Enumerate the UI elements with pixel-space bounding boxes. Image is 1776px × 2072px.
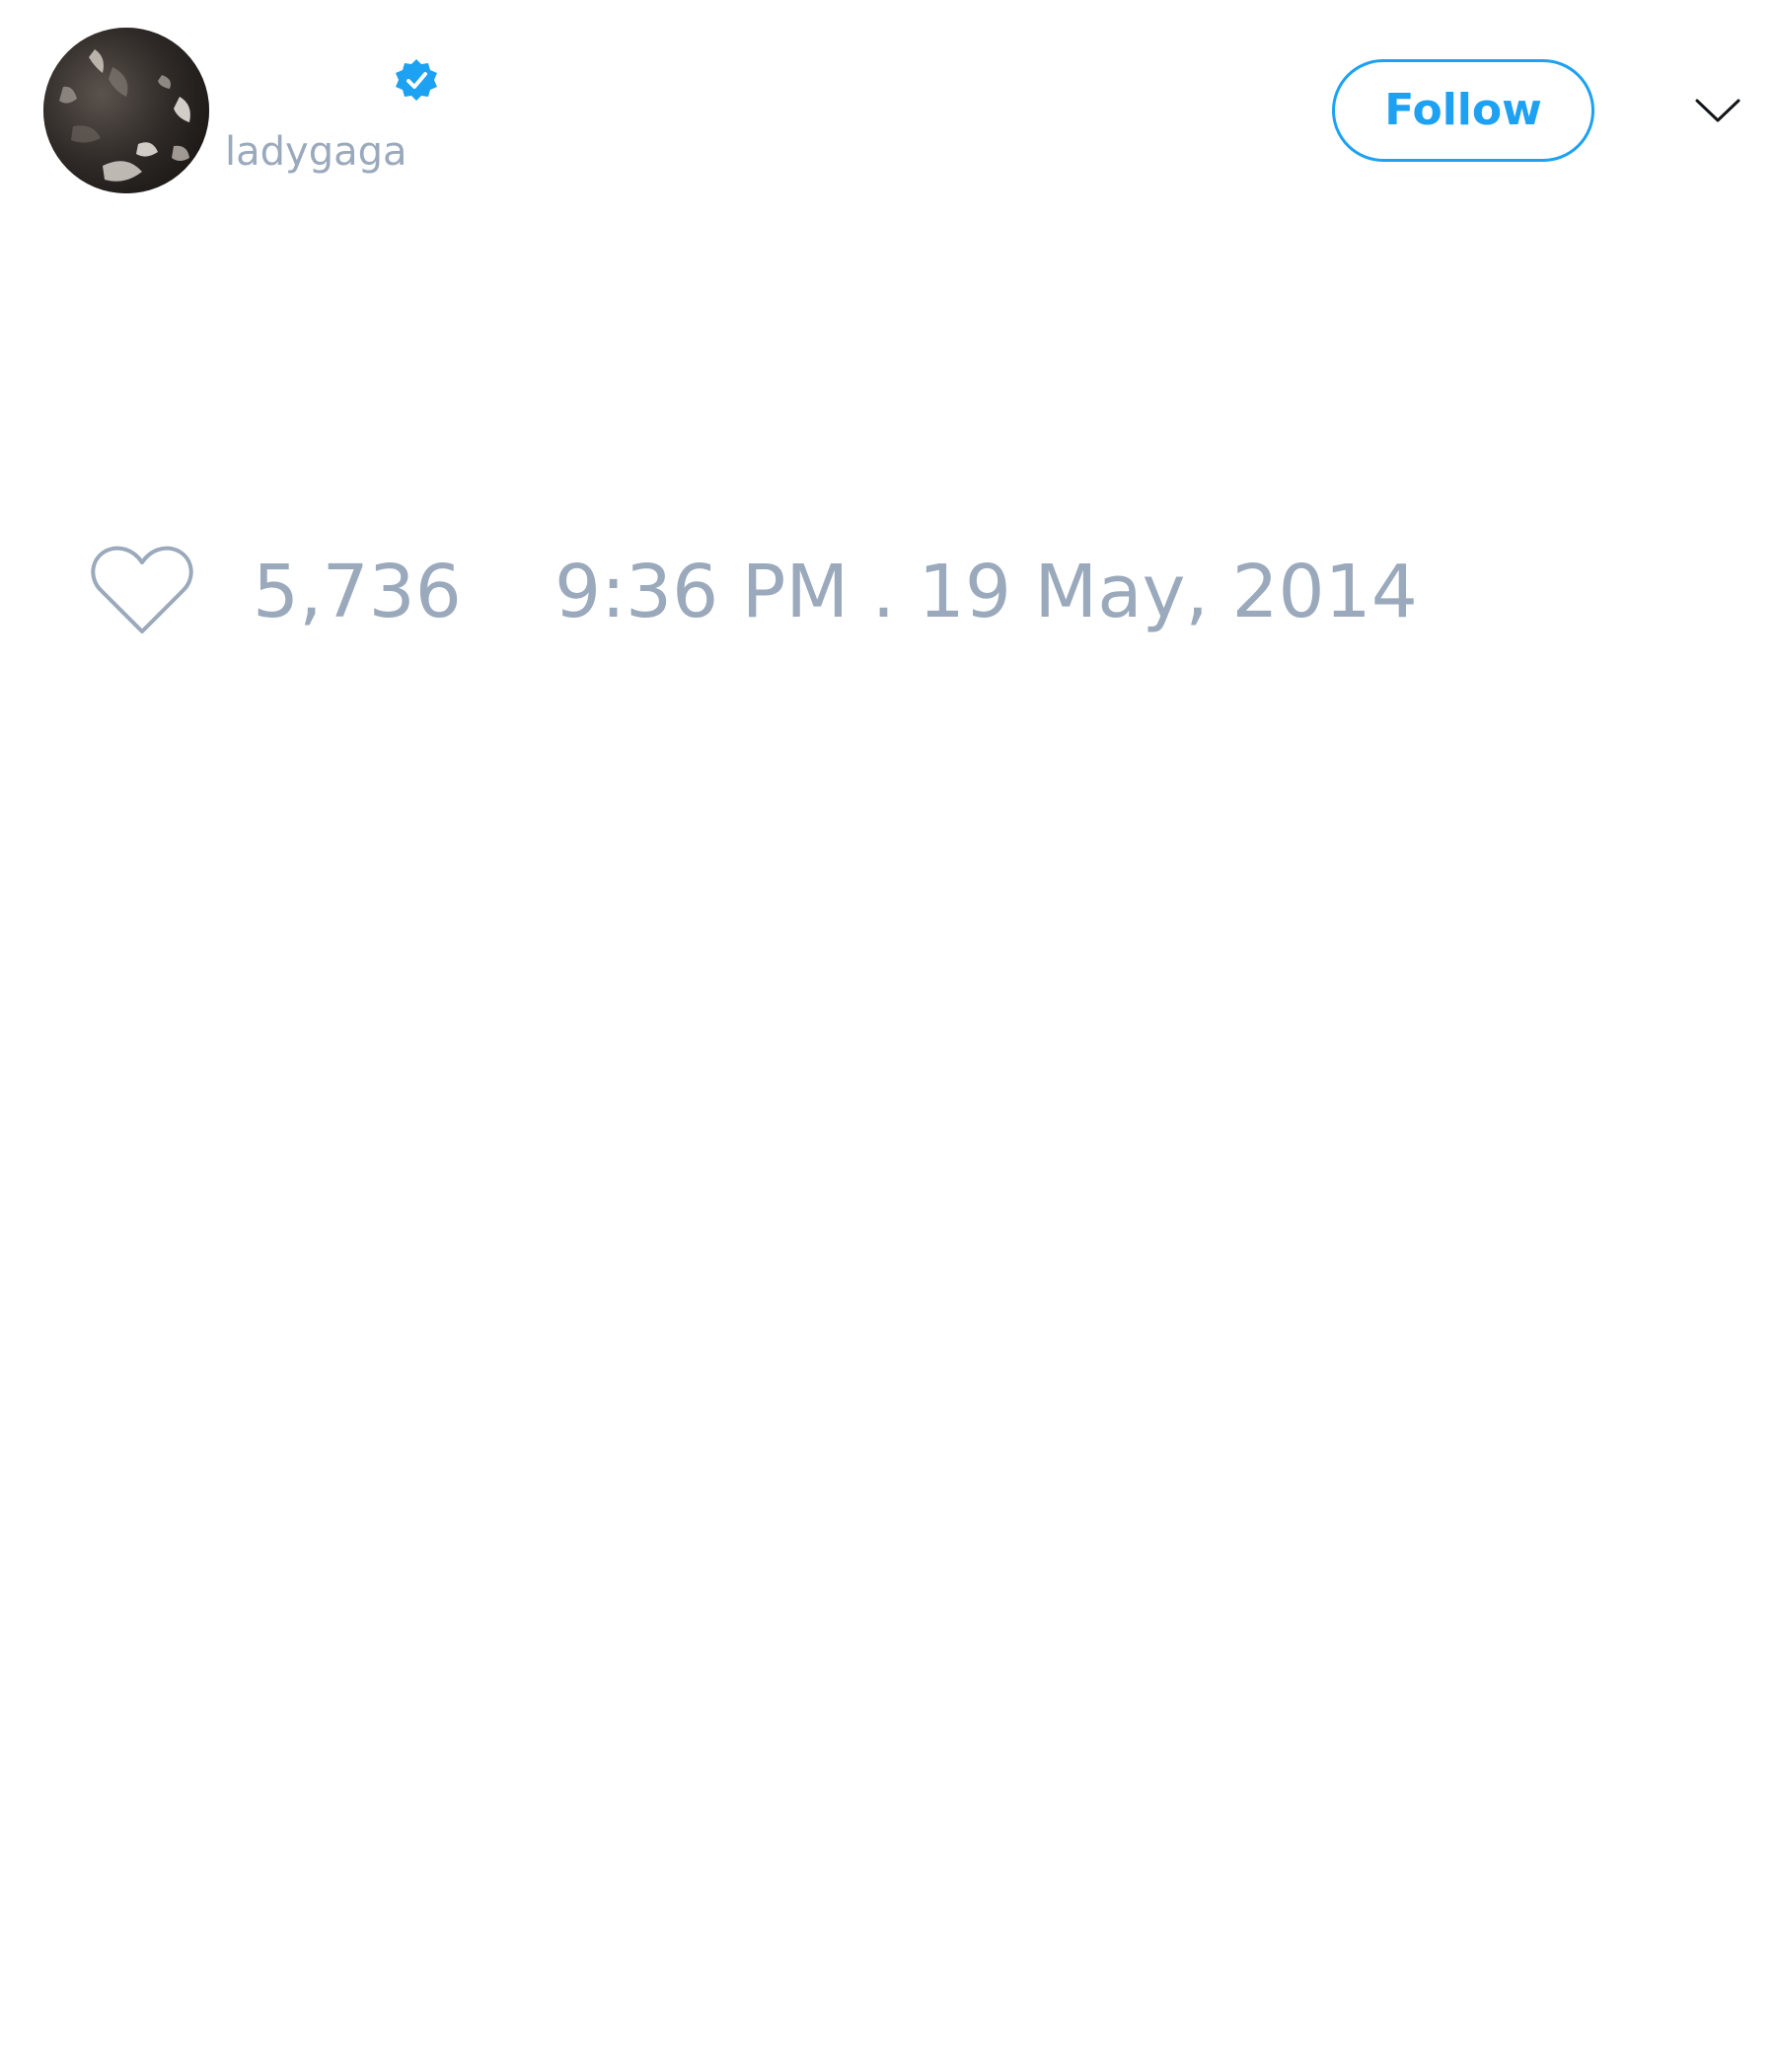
follow-button[interactable]: Follow: [1332, 59, 1594, 162]
tweet-footer: 5,736 9:36 PM . 19 May, 2014: [0, 533, 1776, 651]
author-handle[interactable]: ladygaga: [225, 128, 407, 176]
tweet-timestamp[interactable]: 9:36 PM . 19 May, 2014: [555, 549, 1418, 635]
verified-badge-icon: [393, 57, 440, 105]
avatar[interactable]: [43, 28, 209, 193]
chevron-down-icon[interactable]: [1693, 91, 1742, 130]
heart-icon[interactable]: [89, 543, 195, 637]
tweet-header: ladygaga Follow: [0, 0, 1776, 217]
avatar-photo: [43, 28, 209, 193]
like-count: 5,736: [253, 550, 462, 634]
